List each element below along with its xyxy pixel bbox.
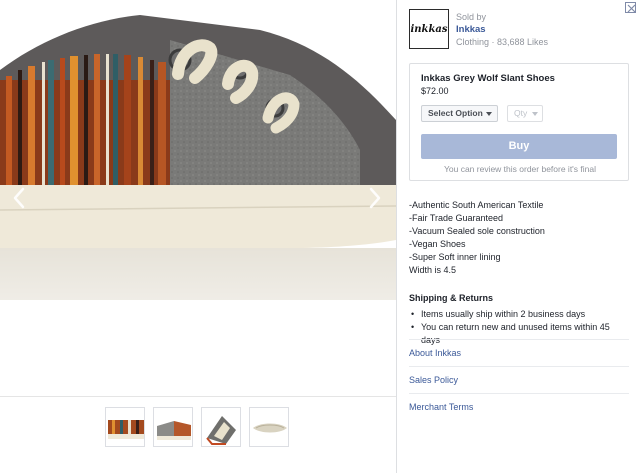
seller-info: inkkas Sold by Inkkas Clothing · 83,688 …	[409, 9, 629, 53]
feature-item: -Super Soft inner lining	[409, 252, 501, 262]
product-image	[0, 0, 396, 396]
feature-item: -Fair Trade Guaranteed	[409, 213, 504, 223]
buy-button[interactable]: Buy	[421, 134, 617, 159]
option-select[interactable]: Select Option	[421, 105, 498, 122]
thumbnail-3[interactable]	[201, 407, 241, 447]
chevron-down-icon	[486, 112, 492, 116]
product-details-panel: inkkas Sold by Inkkas Clothing · 83,688 …	[396, 0, 640, 473]
quantity-select[interactable]: Qty	[507, 105, 543, 122]
purchase-box: Inkkas Grey Wolf Slant Shoes $72.00 Sele…	[409, 63, 629, 181]
quantity-select-label: Qty	[514, 108, 528, 118]
thumbnail-image	[250, 408, 288, 446]
chevron-left-icon	[13, 187, 25, 209]
thumbnail-1[interactable]	[105, 407, 145, 447]
thumbnail-strip	[0, 396, 396, 473]
seller-name-link[interactable]: Inkkas	[456, 24, 486, 35]
feature-item: -Authentic South American Textile	[409, 200, 544, 210]
thumbnail-4[interactable]	[249, 407, 289, 447]
shipping-item: Items usually ship within 2 business day…	[409, 308, 629, 321]
review-note: You can review this order before it's fi…	[443, 164, 597, 174]
merchant-terms-link[interactable]: Merchant Terms	[409, 393, 629, 420]
sold-by-label: Sold by	[456, 12, 487, 22]
thumbnail-2[interactable]	[153, 407, 193, 447]
about-merchant-link[interactable]: About Inkkas	[409, 339, 629, 366]
chevron-down-icon	[532, 112, 538, 116]
merchant-links: About Inkkas Sales Policy Merchant Terms	[409, 339, 629, 420]
thumbnail-image	[154, 408, 192, 446]
seller-logo-text: inkkas	[410, 23, 448, 35]
product-viewer: inkkas Sold by Inkkas Clothing · 83,688 …	[0, 0, 640, 473]
chevron-right-icon	[369, 187, 381, 209]
product-price: $72.00	[421, 86, 449, 96]
sales-policy-link[interactable]: Sales Policy	[409, 366, 629, 393]
thumbnail-image	[106, 408, 144, 446]
seller-meta: Clothing · 83,688 Likes	[456, 37, 549, 47]
previous-image-button[interactable]	[10, 186, 28, 210]
product-features: -Authentic South American Textile -Fair …	[409, 199, 629, 277]
shoe-image	[0, 15, 396, 396]
next-image-button[interactable]	[366, 186, 384, 210]
option-select-label: Select Option	[428, 108, 483, 118]
product-title: Inkkas Grey Wolf Slant Shoes	[421, 73, 555, 84]
feature-item: -Vegan Shoes	[409, 239, 466, 249]
shipping-title: Shipping & Returns	[409, 293, 493, 303]
feature-item: Width is 4.5	[409, 265, 457, 275]
product-gallery	[0, 0, 396, 473]
feature-item: -Vacuum Sealed sole construction	[409, 226, 545, 236]
seller-logo[interactable]: inkkas	[409, 9, 449, 49]
thumbnail-image	[202, 408, 240, 446]
